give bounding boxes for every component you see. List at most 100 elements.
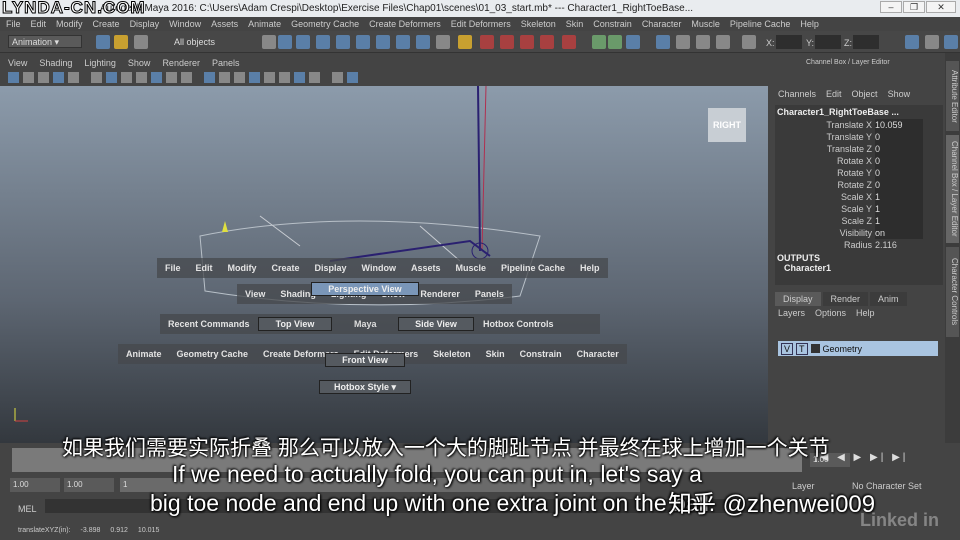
tool-icon[interactable]	[608, 35, 622, 49]
viewport-tool-icon[interactable]	[204, 72, 215, 83]
attribute-row[interactable]: Translate Y0	[775, 131, 943, 143]
tool-icon[interactable]	[96, 35, 110, 49]
tab-channel-box[interactable]: Channel Box / Layer Editor	[946, 135, 959, 243]
hotbox-view[interactable]: View	[245, 289, 265, 299]
menu-pipeline-cache[interactable]: Pipeline Cache	[730, 17, 791, 31]
viewport-tool-icon[interactable]	[38, 72, 49, 83]
hotbox-skeleton[interactable]: Skeleton	[433, 349, 471, 359]
viewport-tool-icon[interactable]	[121, 72, 132, 83]
hotbox-renderer[interactable]: Renderer	[420, 289, 460, 299]
channel-menu-object[interactable]: Object	[852, 89, 878, 99]
tool-icon[interactable]	[562, 35, 576, 49]
playback-start-field[interactable]: 1.00	[64, 478, 114, 492]
menu-skin[interactable]: Skin	[566, 17, 584, 31]
attribute-row[interactable]: Translate X 10.059	[775, 119, 943, 131]
attribute-row[interactable]: Translate Z0	[775, 143, 943, 155]
tool-icon[interactable]	[716, 35, 730, 49]
hotbox-character[interactable]: Character	[577, 349, 619, 359]
tool-icon[interactable]	[356, 35, 370, 49]
z-input[interactable]	[853, 35, 879, 49]
hotbox-constrain[interactable]: Constrain	[520, 349, 562, 359]
viewport-tool-icon[interactable]	[264, 72, 275, 83]
layer-menu-options[interactable]: Options	[815, 308, 846, 318]
selection-mask[interactable]: All objects	[174, 37, 215, 47]
maximize-button[interactable]: ❐	[903, 1, 925, 13]
output-item[interactable]: Character1	[775, 263, 943, 273]
viewport-tool-icon[interactable]	[136, 72, 147, 83]
menu-create[interactable]: Create	[93, 17, 120, 31]
channel-menu-show[interactable]: Show	[888, 89, 911, 99]
viewport-tool-icon[interactable]	[53, 72, 64, 83]
tool-icon[interactable]	[905, 35, 919, 49]
menu-character[interactable]: Character	[642, 17, 682, 31]
hotbox-pipeline-cache[interactable]: Pipeline Cache	[501, 263, 565, 273]
tab-display[interactable]: Display	[775, 292, 821, 306]
attr-value[interactable]: 0	[875, 179, 923, 191]
attr-value[interactable]: 0	[875, 131, 923, 143]
hotbox-help[interactable]: Help	[580, 263, 600, 273]
attribute-row[interactable]: Rotate Z0	[775, 179, 943, 191]
tool-icon[interactable]	[316, 35, 330, 49]
attribute-row[interactable]: Scale Y1	[775, 203, 943, 215]
layer-row[interactable]: V T Geometry	[778, 341, 938, 356]
maya-center[interactable]: Maya	[354, 319, 377, 329]
menu-edit-deformers[interactable]: Edit Deformers	[451, 17, 511, 31]
viewport-menu-view[interactable]: View	[8, 57, 27, 70]
hotbox-modify[interactable]: Modify	[228, 263, 257, 273]
tab-anim[interactable]: Anim	[870, 292, 907, 306]
viewport-tool-icon[interactable]	[309, 72, 320, 83]
viewport-tool-icon[interactable]	[166, 72, 177, 83]
perspective-viewport[interactable]: RIGHT File Edit Modify Create Display Window A…	[0, 86, 768, 443]
tool-icon[interactable]	[592, 35, 606, 49]
tool-icon[interactable]	[134, 35, 148, 49]
menu-animate[interactable]: Animate	[248, 17, 281, 31]
tool-icon[interactable]	[296, 35, 310, 49]
tool-icon[interactable]	[925, 35, 939, 49]
tab-attribute-editor[interactable]: Attribute Editor	[946, 61, 959, 131]
tool-icon[interactable]	[742, 35, 756, 49]
tool-icon[interactable]	[626, 35, 640, 49]
view-cube[interactable]: RIGHT	[708, 108, 746, 142]
attr-value[interactable]: 2.116	[875, 239, 897, 251]
hotbox-create[interactable]: Create	[272, 263, 300, 273]
front-view-button[interactable]: Front View	[325, 353, 405, 367]
menu-edit[interactable]: Edit	[31, 17, 47, 31]
hotbox-style-button[interactable]: Hotbox Style ▾	[319, 380, 411, 394]
tool-icon[interactable]	[480, 35, 494, 49]
recent-commands[interactable]: Recent Commands	[168, 319, 250, 329]
viewport-menu-show[interactable]: Show	[128, 57, 151, 70]
hotbox-skin[interactable]: Skin	[486, 349, 505, 359]
tool-icon[interactable]	[396, 35, 410, 49]
hotbox-panels[interactable]: Panels	[475, 289, 504, 299]
menu-muscle[interactable]: Muscle	[691, 17, 720, 31]
tool-icon[interactable]	[436, 35, 450, 49]
hotbox-animate[interactable]: Animate	[126, 349, 162, 359]
menu-assets[interactable]: Assets	[211, 17, 238, 31]
menu-skeleton[interactable]: Skeleton	[521, 17, 556, 31]
tool-icon[interactable]	[656, 35, 670, 49]
viewport-tool-icon[interactable]	[279, 72, 290, 83]
attr-value[interactable]: 0	[875, 155, 923, 167]
viewport-tool-icon[interactable]	[106, 72, 117, 83]
tool-icon[interactable]	[262, 35, 276, 49]
hotbox-muscle[interactable]: Muscle	[456, 263, 487, 273]
layer-menu-help[interactable]: Help	[856, 308, 875, 318]
attribute-row[interactable]: Scale X1	[775, 191, 943, 203]
menu-geometry-cache[interactable]: Geometry Cache	[291, 17, 359, 31]
viewport-tool-icon[interactable]	[68, 72, 79, 83]
viewport-menu-shading[interactable]: Shading	[39, 57, 72, 70]
attr-value[interactable]: 1	[875, 191, 923, 203]
mode-dropdown[interactable]: Animation ▾	[8, 35, 82, 48]
tool-icon[interactable]	[278, 35, 292, 49]
attr-value[interactable]: 0	[875, 143, 923, 155]
attr-value[interactable]: 1	[875, 215, 923, 227]
viewport-tool-icon[interactable]	[294, 72, 305, 83]
menu-window[interactable]: Window	[169, 17, 201, 31]
viewport-tool-icon[interactable]	[23, 72, 34, 83]
hotbox-edit[interactable]: Edit	[196, 263, 213, 273]
tool-icon[interactable]	[458, 35, 472, 49]
tool-icon[interactable]	[376, 35, 390, 49]
viewport-tool-icon[interactable]	[234, 72, 245, 83]
hotbox-assets[interactable]: Assets	[411, 263, 441, 273]
perspective-view-button[interactable]: Perspective View	[311, 282, 419, 296]
